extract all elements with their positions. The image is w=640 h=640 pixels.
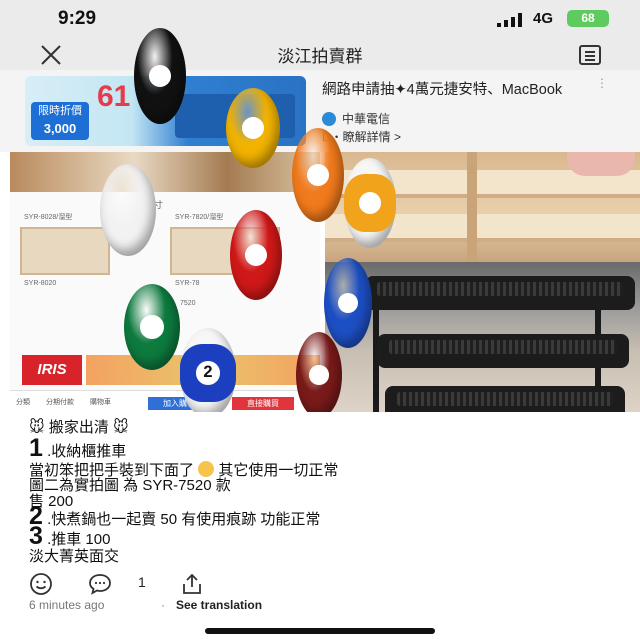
billiard-ball-yellow: [226, 88, 280, 168]
network-type: 4G: [533, 10, 554, 27]
furniture-photo: [10, 152, 320, 192]
ball-number: [359, 192, 381, 214]
post-timestamp: 6 minutes ago: [29, 598, 105, 612]
ad-title[interactable]: 網路申請抽✦4萬元捷安特、MacBook: [322, 80, 577, 100]
screen: 9:29 4G 68 淡江拍賣群 61 限時折價 3,000 網路申請抽✦4萬元…: [0, 0, 640, 640]
ball-number: [149, 65, 171, 87]
billiard-ball-yellow-stripe: [344, 158, 396, 248]
billiard-ball-orange: [292, 128, 344, 222]
shop-label-2: 購物車: [90, 399, 111, 406]
signal-icon: [497, 13, 522, 27]
nav-bar: 淡江拍賣群: [0, 38, 640, 70]
shop-bar: 分類 分期付款 購物車 加入購物 直接購買: [10, 390, 320, 412]
model-d: SYR-78: [175, 280, 200, 287]
battery-icon: 68: [567, 10, 609, 27]
billiard-ball-black: [134, 28, 186, 124]
ball-number: [337, 292, 359, 314]
model-b: SYR-7820/溜型: [175, 214, 224, 221]
shelf-drawing-a: [20, 227, 110, 275]
cart-tray-middle: [377, 334, 629, 368]
billiard-ball-blue: [324, 258, 372, 348]
cart-tray-bottom: [385, 386, 625, 412]
ad-more-icon[interactable]: ⋮: [596, 76, 608, 90]
billiard-ball-maroon: [296, 332, 342, 418]
share-icon[interactable]: [180, 572, 204, 596]
reply-icon[interactable]: [88, 572, 112, 596]
shelf-divider: [467, 152, 477, 262]
kettle-image: [567, 152, 635, 176]
status-time: 9:29: [58, 8, 97, 29]
post-actions: 1: [0, 566, 640, 600]
billiard-ball-red: [230, 210, 282, 300]
ad-big-text: 61: [97, 80, 131, 113]
model-e: 7520: [180, 300, 196, 307]
emoji-react-icon[interactable]: [29, 572, 53, 596]
status-bar: 9:29 4G 68: [0, 0, 640, 38]
reply-count: 1: [138, 574, 146, 590]
iris-logo: IRIS: [22, 355, 82, 385]
home-indicator[interactable]: [205, 628, 435, 634]
item-1-title: .收納櫃推車: [47, 443, 127, 460]
battery-level: 68: [581, 11, 595, 25]
post-line-2b: 其它使用一切正常: [218, 462, 339, 479]
item-1-number: 1: [29, 434, 43, 462]
model-a: SYR-8028/溜型: [24, 214, 73, 221]
post-line-8: 淡大菁英面交: [29, 548, 120, 565]
ad-badge: 限時折價 3,000: [31, 102, 89, 140]
menu-icon[interactable]: [578, 44, 602, 66]
ball-number: [309, 365, 329, 385]
ball-number: 2: [196, 361, 220, 385]
billiard-ball-white: [100, 164, 156, 256]
ad-brand: 中華電信: [342, 112, 391, 126]
billiard-ball-green: [124, 284, 180, 370]
ball-number: [140, 315, 164, 339]
see-translation-link[interactable]: See translation: [176, 598, 262, 612]
cart-tray-top: [365, 276, 635, 310]
shop-label-1: 分期付款: [46, 399, 74, 406]
shop-label-0: 分類: [16, 399, 30, 406]
buy-now-button: 直接購買: [232, 397, 294, 410]
ball-number: [307, 164, 329, 186]
cart-photo[interactable]: [325, 262, 640, 412]
ball-number: [241, 116, 265, 140]
meta-separator: ·: [161, 598, 165, 612]
ad-badge-price: 3,000: [43, 121, 77, 136]
billiard-ball-two-stripe: 2: [180, 328, 236, 418]
ad-badge-label: 限時折價: [38, 105, 82, 117]
ball-number: [245, 244, 267, 266]
ad-brand-logo: [322, 112, 336, 126]
model-c: SYR-8020: [24, 280, 57, 287]
page-title: 淡江拍賣群: [277, 47, 363, 66]
